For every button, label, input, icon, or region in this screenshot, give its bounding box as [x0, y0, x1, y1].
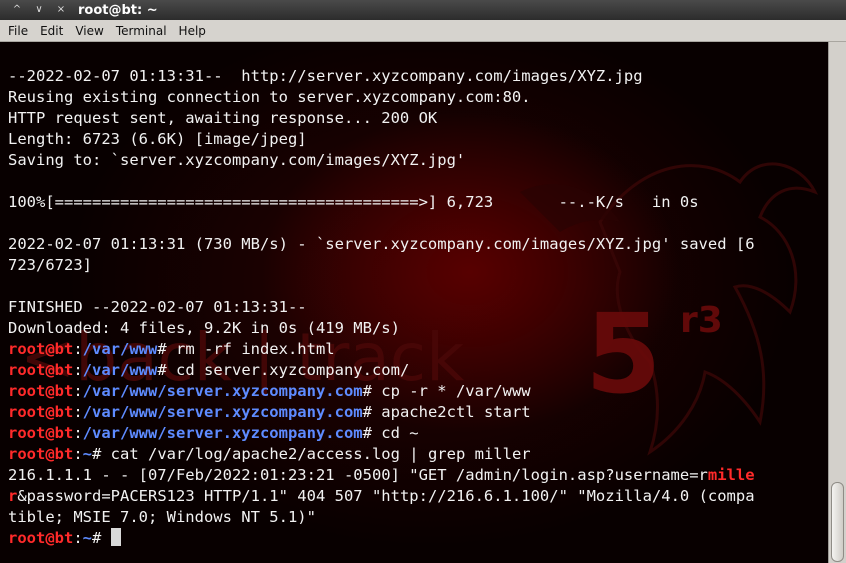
line-text: : — [73, 445, 83, 463]
terminal-window: ^ ∨ × root@bt: ~ File Edit View Terminal… — [0, 0, 846, 563]
menu-view[interactable]: View — [71, 24, 107, 38]
terminal-output-area[interactable]: <back | track 5 r3 --2022-02-07 01:13:31… — [0, 42, 828, 563]
menu-edit[interactable]: Edit — [36, 24, 67, 38]
terminal-line: 2022-02-07 01:13:31 (730 MB/s) - `server… — [8, 234, 828, 255]
prompt-user: root@bt — [8, 445, 74, 463]
line-text: : — [73, 529, 83, 547]
prompt-user: root@bt — [8, 529, 74, 547]
menu-file[interactable]: File — [4, 24, 32, 38]
terminal-line: --2022-02-07 01:13:31-- http://server.xy… — [8, 66, 828, 87]
scrollbar-thumb[interactable] — [831, 482, 844, 562]
terminal-line: root@bt:/var/www/server.xyzcompany.com# … — [8, 381, 828, 402]
line-text: HTTP request sent, awaiting response... … — [8, 109, 438, 127]
line-text: # rm -rf index.html — [157, 340, 335, 358]
minimize-button[interactable]: ^ — [8, 2, 26, 18]
prompt-path: /var/www/server.xyzcompany.com — [82, 424, 363, 442]
line-text: : — [73, 361, 83, 379]
title-bar: ^ ∨ × root@bt: ~ — [0, 0, 846, 20]
line-text: : — [73, 382, 83, 400]
terminal-line: root@bt:/var/www# cd server.xyzcompany.c… — [8, 360, 828, 381]
terminal-lines: --2022-02-07 01:13:31-- http://server.xy… — [8, 66, 828, 549]
terminal-line: Downloaded: 4 files, 9.2K in 0s (419 MB/… — [8, 318, 828, 339]
prompt-path: /var/www — [82, 361, 158, 379]
line-text: # cd ~ — [362, 424, 419, 442]
line-text: 723/6723] — [8, 256, 92, 274]
terminal-line: root@bt:/var/www/server.xyzcompany.com# … — [8, 423, 828, 444]
prompt-path: ~ — [82, 529, 93, 547]
vertical-scrollbar[interactable] — [828, 42, 846, 563]
prompt-user: root@bt — [8, 403, 74, 421]
prompt-user: root@bt — [8, 361, 74, 379]
prompt-user: root@bt — [8, 340, 74, 358]
prompt-path: ~ — [82, 445, 93, 463]
line-text: # — [92, 529, 111, 547]
prompt-path: /var/www — [82, 340, 158, 358]
terminal-line: root@bt:/var/www# rm -rf index.html — [8, 339, 828, 360]
terminal-line: Saving to: `server.xyzcompany.com/images… — [8, 150, 828, 171]
menu-terminal[interactable]: Terminal — [112, 24, 171, 38]
line-text: # cp -r * /var/www — [362, 382, 531, 400]
terminal-line: root@bt:/var/www/server.xyzcompany.com# … — [8, 402, 828, 423]
prompt-path: /var/www/server.xyzcompany.com — [82, 403, 363, 421]
prompt-path: /var/www/server.xyzcompany.com — [82, 382, 363, 400]
window-title: root@bt: ~ — [78, 2, 158, 18]
line-text: &password=PACERS123 HTTP/1.1" 404 507 "h… — [17, 487, 755, 505]
prompt-user: root@bt — [8, 382, 74, 400]
menu-help[interactable]: Help — [175, 24, 210, 38]
line-text: # cat /var/log/apache2/access.log | grep… — [92, 445, 531, 463]
prompt-user: root@bt — [8, 424, 74, 442]
line-text: : — [73, 424, 83, 442]
line-text: # apache2ctl start — [362, 403, 531, 421]
terminal-line: root@bt:~# — [8, 528, 828, 549]
terminal-line: tible; MSIE 7.0; Windows NT 5.1)" — [8, 507, 828, 528]
line-text: # cd server.xyzcompany.com/ — [157, 361, 410, 379]
line-text: : — [73, 340, 83, 358]
terminal-line: Reusing existing connection to server.xy… — [8, 87, 828, 108]
restore-button[interactable]: ∨ — [30, 2, 48, 18]
line-text: : — [73, 403, 83, 421]
terminal-line: FINISHED --2022-02-07 01:13:31-- — [8, 297, 828, 318]
line-text: tible; MSIE 7.0; Windows NT 5.1)" — [8, 508, 316, 526]
terminal-line: 723/6723] — [8, 255, 828, 276]
line-text: Downloaded: 4 files, 9.2K in 0s (419 MB/… — [8, 319, 400, 337]
line-text: Length: 6723 (6.6K) [image/jpeg] — [8, 130, 307, 148]
terminal-line: HTTP request sent, awaiting response... … — [8, 108, 828, 129]
line-text: Reusing existing connection to server.xy… — [8, 88, 531, 106]
menu-bar: File Edit View Terminal Help — [0, 20, 846, 42]
grep-highlight: r — [8, 487, 18, 505]
grep-highlight: mille — [707, 466, 755, 484]
line-text: 100%[===================================… — [8, 193, 699, 211]
close-button[interactable]: × — [52, 2, 70, 18]
line-text: FINISHED --2022-02-07 01:13:31-- — [8, 298, 307, 316]
line-text: 2022-02-07 01:13:31 (730 MB/s) - `server… — [8, 235, 755, 253]
terminal-line: root@bt:~# cat /var/log/apache2/access.l… — [8, 444, 828, 465]
terminal-line: Length: 6723 (6.6K) [image/jpeg] — [8, 129, 828, 150]
terminal-line: r&password=PACERS123 HTTP/1.1" 404 507 "… — [8, 486, 828, 507]
terminal-line: 216.1.1.1 - - [07/Feb/2022:01:23:21 -050… — [8, 465, 828, 486]
line-text: --2022-02-07 01:13:31-- http://server.xy… — [8, 67, 643, 85]
line-text: Saving to: `server.xyzcompany.com/images… — [8, 151, 466, 169]
line-text: 216.1.1.1 - - [07/Feb/2022:01:23:21 -050… — [8, 466, 708, 484]
terminal-line: 100%[===================================… — [8, 192, 828, 213]
text-cursor — [110, 528, 121, 546]
